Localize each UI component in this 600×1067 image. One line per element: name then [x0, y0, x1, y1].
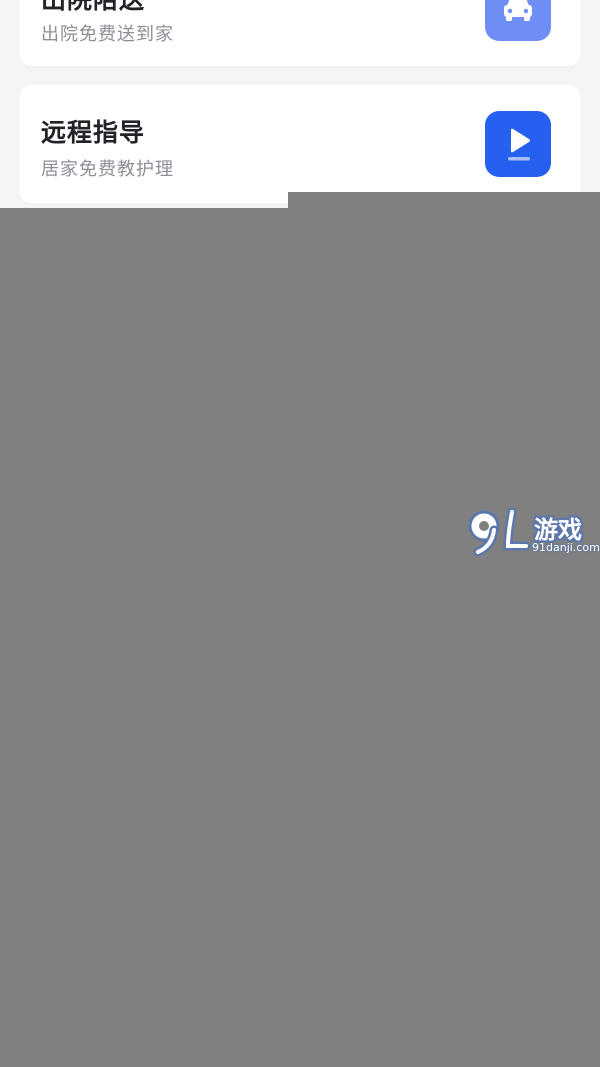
- grey-overlay-top-step: [288, 192, 600, 208]
- service-title: 远程指导: [41, 118, 146, 147]
- watermark-logo-icon: [468, 507, 531, 557]
- service-subtitle: 出院免费送到家: [41, 24, 174, 45]
- grey-overlay: [0, 208, 600, 1067]
- watermark-brand-text: 游戏: [534, 516, 582, 544]
- site-watermark: 游戏 91danji.com: [466, 506, 600, 560]
- service-card-discharge-escort[interactable]: 出院陪送 出院免费送到家: [19, 0, 581, 66]
- video-play-icon: [485, 111, 551, 177]
- watermark-url: 91danji.com: [532, 541, 600, 554]
- service-list: 出院陪送 出院免费送到家 远程指导 居家免费教护理: [0, 0, 600, 210]
- service-title: 出院陪送: [41, 0, 145, 16]
- service-card-remote-guidance[interactable]: 远程指导 居家免费教护理: [19, 85, 581, 203]
- car-icon: [485, 0, 551, 41]
- service-subtitle: 居家免费教护理: [41, 159, 174, 180]
